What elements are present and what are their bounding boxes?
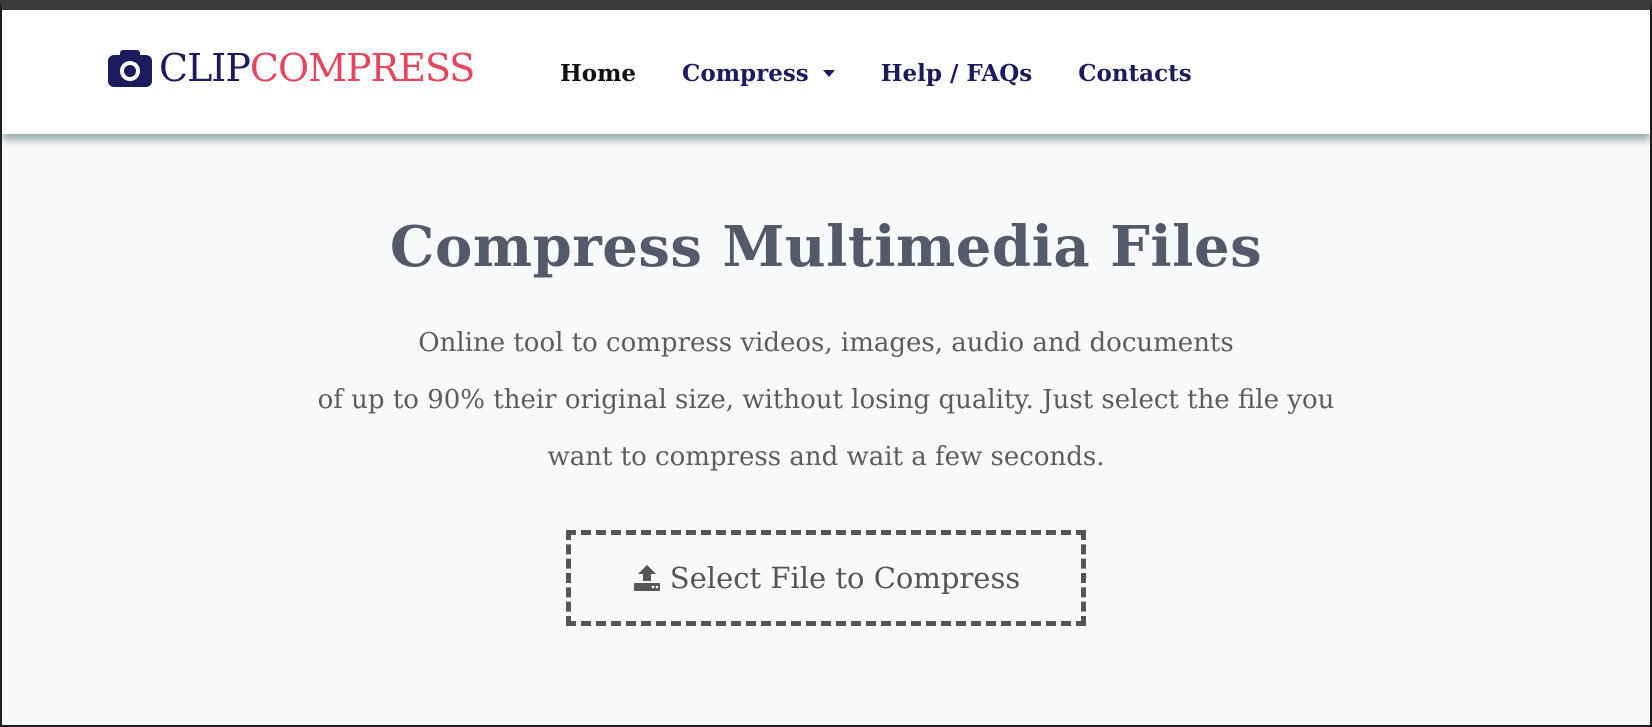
brand-name-part2: COMPRESS xyxy=(249,46,475,90)
hero-description-line-1: Online tool to compress videos, images, … xyxy=(418,328,1234,359)
nav-compress-dropdown[interactable]: Compress xyxy=(682,60,835,87)
upload-icon xyxy=(632,564,662,592)
hero-description-line-3: want to compress and wait a few seconds. xyxy=(547,442,1105,473)
browser-frame: CLIPCOMPRESS Home Compress Help / FAQs C… xyxy=(0,0,1652,727)
select-file-label: Select File to Compress xyxy=(669,561,1021,596)
hero-section: Compress Multimedia Files Online tool to… xyxy=(2,144,1650,627)
select-file-button[interactable]: Select File to Compress xyxy=(566,530,1086,627)
camera-icon xyxy=(107,48,153,88)
page-title: Compress Multimedia Files xyxy=(389,214,1263,280)
brand-logo-link[interactable]: CLIPCOMPRESS xyxy=(107,46,475,90)
hero-description-line-2: of up to 90% their original size, withou… xyxy=(317,385,1335,416)
brand-name-part1: CLIP xyxy=(159,46,251,90)
nav-home[interactable]: Home xyxy=(560,60,636,87)
nav-help-faqs[interactable]: Help / FAQs xyxy=(881,60,1032,87)
hero-description: Online tool to compress videos, images, … xyxy=(276,315,1376,486)
main-nav: Home Compress Help / FAQs Contacts xyxy=(560,60,1192,87)
caret-down-icon xyxy=(822,70,835,77)
nav-contacts[interactable]: Contacts xyxy=(1078,60,1191,87)
nav-compress-label: Compress xyxy=(682,60,809,87)
brand-name: CLIPCOMPRESS xyxy=(159,46,475,90)
navbar: CLIPCOMPRESS Home Compress Help / FAQs C… xyxy=(2,10,1650,134)
